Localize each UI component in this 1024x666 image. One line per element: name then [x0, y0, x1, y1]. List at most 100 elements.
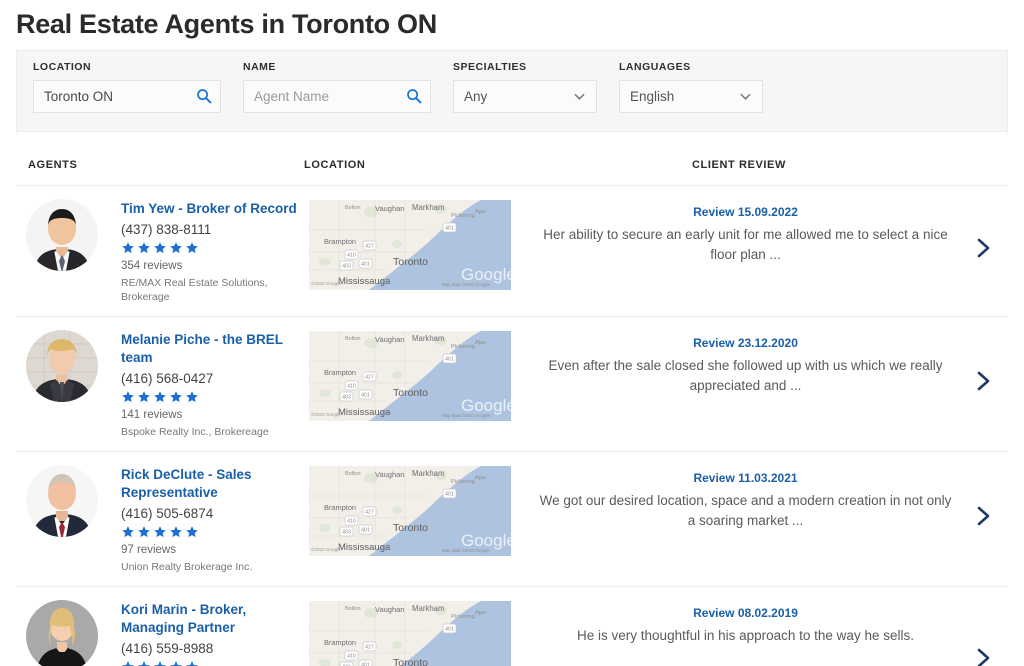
svg-text:401: 401 — [361, 662, 370, 666]
reviews-count: 354 reviews — [121, 259, 183, 272]
svg-text:Toronto: Toronto — [393, 256, 428, 268]
svg-text:Vaughan: Vaughan — [375, 204, 404, 213]
agent-phone: (437) 838-8111 — [121, 221, 212, 237]
map-cell[interactable]: Bolton Vaughan Markham Pickering Ajax Br… — [309, 199, 513, 290]
map-cell[interactable]: Bolton Vaughan Markham Pickering Ajax Br… — [309, 600, 513, 666]
table-row[interactable]: Rick DeClute - Sales Representative (416… — [16, 452, 1008, 587]
svg-text:401: 401 — [361, 262, 370, 268]
agent-name-link[interactable]: Melanie Piche - the BREL team — [121, 331, 309, 368]
map-cell[interactable]: Bolton Vaughan Markham Pickering Ajax Br… — [309, 465, 513, 556]
svg-text:Mississauga: Mississauga — [338, 542, 391, 553]
svg-text:Bolton: Bolton — [345, 205, 361, 211]
client-review: Review 23.12.2020 Even after the sale cl… — [513, 330, 1008, 396]
star-icon — [121, 660, 135, 666]
star-icon — [121, 390, 135, 404]
chevron-right-icon — [971, 504, 995, 533]
svg-text:403: 403 — [342, 394, 351, 400]
avatar-cell — [16, 464, 121, 537]
svg-text:427: 427 — [365, 644, 374, 650]
specialties-selected-value: Any — [464, 89, 488, 104]
agent-phone: (416) 505-6874 — [121, 505, 214, 521]
map-thumbnail[interactable]: Bolton Vaughan Markham Pickering Ajax Br… — [309, 200, 511, 290]
star-icon — [185, 241, 199, 255]
row-expand-button[interactable] — [968, 369, 998, 399]
map-thumbnail[interactable]: Bolton Vaughan Markham Pickering Ajax Br… — [309, 330, 511, 421]
star-icon — [169, 525, 183, 539]
filter-languages: LANGUAGES English — [619, 61, 763, 131]
brokerage-name: Bspoke Realty Inc., Brokereage — [121, 425, 269, 438]
table-row[interactable]: Melanie Piche - the BREL team (416) 568-… — [16, 317, 1008, 452]
languages-select[interactable]: English — [619, 80, 763, 113]
svg-text:401: 401 — [361, 527, 370, 533]
page-title: Real Estate Agents in Toronto ON — [16, 9, 437, 39]
client-review: Review 11.03.2021 We got our desired loc… — [513, 465, 1008, 531]
svg-text:401: 401 — [445, 626, 454, 632]
svg-text:Toronto: Toronto — [393, 522, 428, 534]
svg-text:Bolton: Bolton — [345, 336, 361, 342]
table-row[interactable]: Tim Yew - Broker of Record (437) 838-811… — [16, 186, 1008, 317]
svg-text:©2023 Google: ©2023 Google — [311, 546, 341, 552]
avatar — [26, 199, 98, 271]
chevron-right-icon — [971, 369, 995, 398]
specialties-select[interactable]: Any — [453, 80, 597, 113]
reviews-count: 141 reviews — [121, 408, 183, 421]
agent-name-link[interactable]: Rick DeClute - Sales Representative — [121, 466, 309, 503]
star-icon — [137, 525, 151, 539]
svg-text:Vaughan: Vaughan — [375, 335, 404, 344]
map-thumbnail[interactable]: Bolton Vaughan Markham Pickering Ajax Br… — [309, 600, 511, 666]
agent-name-link[interactable]: Kori Marin - Broker, Managing Partner — [121, 601, 309, 638]
svg-text:410: 410 — [347, 253, 356, 259]
review-text: Her ability to secure an early unit for … — [543, 227, 948, 262]
agent-info: Rick DeClute - Sales Representative (416… — [121, 465, 309, 574]
review-date: Review 23.12.2020 — [693, 335, 798, 350]
star-icon — [153, 525, 167, 539]
star-icon — [185, 390, 199, 404]
star-icon — [153, 660, 167, 666]
filter-specialties-label: SPECIALTIES — [453, 61, 527, 73]
review-text: He is very thoughtful in his approach to… — [577, 627, 914, 643]
row-expand-button[interactable] — [968, 236, 998, 266]
filter-bar: LOCATION NAME — [16, 50, 1008, 132]
svg-text:Markham: Markham — [412, 604, 445, 613]
chevron-down-icon — [739, 90, 752, 103]
svg-text:Pickering: Pickering — [451, 344, 475, 350]
svg-text:Brampton: Brampton — [324, 368, 356, 377]
svg-text:410: 410 — [347, 383, 356, 389]
svg-text:401: 401 — [445, 491, 454, 497]
svg-text:©2023 Google: ©2023 Google — [311, 280, 341, 286]
svg-text:Ajax: Ajax — [475, 209, 486, 215]
svg-text:Bolton: Bolton — [345, 471, 361, 477]
table-row[interactable]: Kori Marin - Broker, Managing Partner (4… — [16, 587, 1008, 666]
svg-text:410: 410 — [347, 518, 356, 524]
svg-text:403: 403 — [342, 529, 351, 535]
client-review: Review 15.09.2022 Her ability to secure … — [513, 199, 1008, 265]
review-text: We got our desired location, space and a… — [539, 492, 952, 528]
svg-text:401: 401 — [445, 226, 454, 232]
chevron-right-icon — [971, 236, 995, 265]
client-review: Review 08.02.2019 He is very thoughtful … — [513, 600, 1008, 646]
agent-name-input[interactable] — [243, 80, 431, 113]
star-icon — [137, 390, 151, 404]
agent-name-link[interactable]: Tim Yew - Broker of Record — [121, 200, 309, 219]
agent-phone: (416) 559-8988 — [121, 640, 214, 656]
location-input[interactable] — [33, 80, 221, 113]
map-thumbnail[interactable]: Bolton Vaughan Markham Pickering Ajax Br… — [309, 465, 511, 556]
row-expand-button[interactable] — [968, 646, 998, 666]
svg-text:Ajax: Ajax — [475, 340, 486, 346]
filter-languages-label: LANGUAGES — [619, 61, 691, 73]
reviews-count: 97 reviews — [121, 543, 176, 556]
review-date: Review 08.02.2019 — [693, 605, 798, 620]
svg-text:Vaughan: Vaughan — [375, 470, 404, 479]
svg-text:Toronto: Toronto — [393, 387, 428, 399]
map-cell[interactable]: Bolton Vaughan Markham Pickering Ajax Br… — [309, 330, 513, 421]
brokerage-name: Union Realty Brokerage Inc. — [121, 560, 253, 573]
agent-list: Tim Yew - Broker of Record (437) 838-811… — [16, 186, 1008, 666]
chevron-down-icon — [573, 90, 586, 103]
chevron-right-icon — [971, 646, 995, 666]
column-header-agents: AGENTS — [28, 158, 78, 171]
languages-selected-value: English — [630, 89, 675, 104]
filter-location: LOCATION — [33, 61, 221, 131]
row-expand-button[interactable] — [968, 504, 998, 534]
svg-text:Pickering: Pickering — [451, 479, 475, 485]
star-icon — [121, 241, 135, 255]
